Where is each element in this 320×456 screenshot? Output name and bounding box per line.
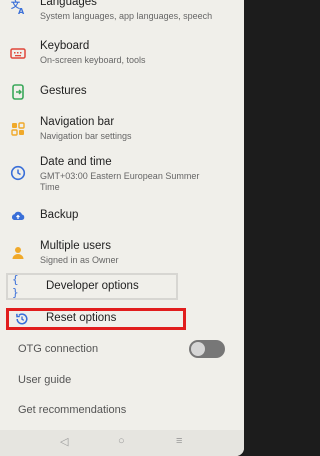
- settings-item-get-recommendations[interactable]: Get recommendations: [0, 398, 244, 422]
- gestures-title: Gestures: [40, 85, 87, 97]
- date-time-title: Date and time: [40, 156, 112, 168]
- recents-icon[interactable]: ≡: [176, 435, 182, 447]
- developer-options-title: Developer options: [46, 280, 139, 292]
- otg-connection-title: OTG connection: [18, 343, 99, 355]
- settings-item-languages[interactable]: 文 A Languages System languages, app lang…: [0, 0, 244, 28]
- navigation-bar-title: Navigation bar: [40, 116, 115, 128]
- navigation-bar-subtitle: Navigation bar settings: [40, 131, 132, 141]
- clock-icon: [10, 165, 26, 181]
- settings-item-backup[interactable]: Backup: [0, 204, 244, 228]
- multiple-users-title: Multiple users: [40, 240, 111, 252]
- languages-title: Languages: [40, 0, 97, 8]
- keyboard-title: Keyboard: [40, 40, 90, 52]
- settings-screen: 文 A Languages System languages, app lang…: [0, 0, 244, 456]
- gestures-icon: [10, 84, 26, 100]
- settings-item-date-time[interactable]: Date and time GMT+03:00 Eastern European…: [0, 152, 244, 196]
- languages-subtitle: System languages, app languages, speech: [40, 11, 213, 21]
- toggle-knob: [191, 342, 205, 356]
- users-icon: [10, 245, 26, 261]
- user-guide-title: User guide: [18, 374, 72, 386]
- reset-history-icon: [14, 311, 30, 327]
- svg-text:A: A: [18, 7, 25, 15]
- device-bezel: [244, 0, 250, 456]
- multiple-users-subtitle: Signed in as Owner: [40, 255, 119, 265]
- keyboard-subtitle: On-screen keyboard, tools: [40, 55, 146, 65]
- backup-title: Backup: [40, 209, 79, 221]
- settings-item-multiple-users[interactable]: Multiple users Signed in as Owner: [0, 236, 244, 270]
- back-icon[interactable]: ◁: [60, 435, 68, 448]
- settings-item-developer-options[interactable]: { } Developer options: [0, 273, 244, 299]
- settings-item-navigation-bar[interactable]: Navigation bar Navigation bar settings: [0, 112, 244, 146]
- otg-connection-toggle[interactable]: [189, 340, 225, 358]
- keyboard-icon: [10, 45, 26, 61]
- get-recommendations-title: Get recommendations: [18, 404, 127, 416]
- code-braces-icon: { }: [12, 273, 19, 299]
- navigation-bar-icon: [10, 121, 26, 137]
- settings-item-gestures[interactable]: Gestures: [0, 80, 244, 104]
- settings-item-user-guide[interactable]: User guide: [0, 368, 244, 392]
- cloud-backup-icon: [10, 208, 26, 224]
- reset-options-title: Reset options: [46, 312, 117, 324]
- translate-icon: 文 A: [10, 0, 26, 15]
- home-icon[interactable]: ○: [118, 435, 125, 447]
- settings-item-reset-options[interactable]: Reset options: [0, 309, 244, 329]
- date-time-subtitle-line2: Time: [40, 182, 60, 192]
- system-navigation-bar: ◁ ○ ≡: [0, 430, 244, 456]
- date-time-subtitle-line1: GMT+03:00 Eastern European Summer: [40, 171, 200, 181]
- settings-item-keyboard[interactable]: Keyboard On-screen keyboard, tools: [0, 36, 244, 72]
